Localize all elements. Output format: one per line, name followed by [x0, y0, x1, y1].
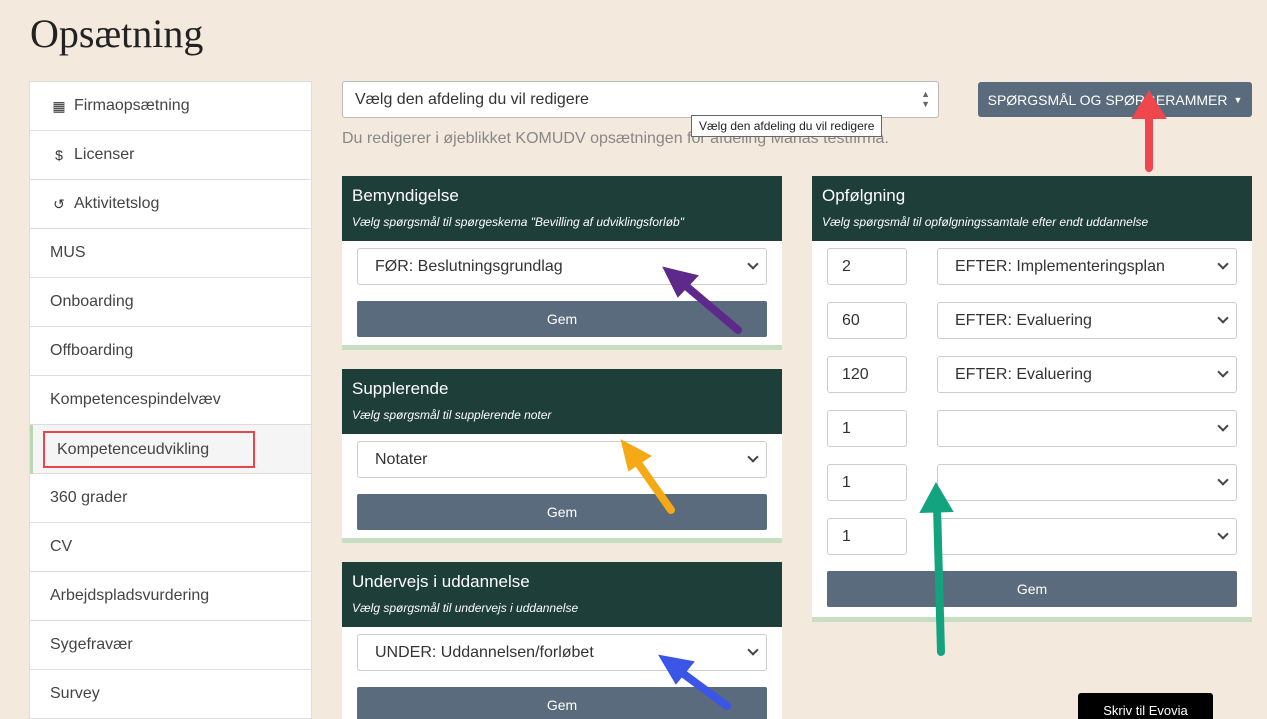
- panel-subtitle: Vælg spørgsmål til spørgeskema "Bevillin…: [352, 215, 684, 229]
- history-icon: ↺: [53, 195, 65, 212]
- sidebar-item-onboarding[interactable]: Onboarding: [30, 278, 311, 327]
- sort-caret-icon: ▲ ▼: [921, 89, 930, 109]
- followup-question-select[interactable]: EFTER: Implementeringsplan: [937, 248, 1237, 285]
- panel-title: Opfølgning: [822, 186, 906, 205]
- select-value: EFTER: Evaluering: [955, 311, 1092, 329]
- followup-row: 1: [827, 464, 1237, 501]
- sidebar-item-aktivitetslog[interactable]: ↺ Aktivitetslog: [30, 180, 311, 229]
- panel-header: Undervejs i uddannelse Vælg spørgsmål ti…: [342, 562, 782, 627]
- followup-row: 120 EFTER: Evaluering: [827, 356, 1237, 393]
- undervejs-question-select[interactable]: UNDER: Uddannelsen/forløbet: [357, 634, 767, 671]
- chevron-down-icon: [747, 644, 759, 656]
- bemyndigelse-question-select[interactable]: FØR: Beslutningsgrundlag: [357, 248, 767, 285]
- panel-title: Bemyndigelse: [352, 186, 459, 205]
- sidebar-item-licenser[interactable]: $ Licenser: [30, 131, 311, 180]
- select-value: FØR: Beslutningsgrundlag: [375, 257, 563, 275]
- panel-supplerende: Supplerende Vælg spørgsmål til suppleren…: [342, 369, 782, 543]
- sidebar-item-survey[interactable]: Survey: [30, 670, 311, 719]
- sidebar-item-label: 360 grader: [50, 489, 128, 506]
- days-input[interactable]: 1: [827, 410, 907, 447]
- sidebar-item-mus[interactable]: MUS: [30, 229, 311, 278]
- chevron-down-icon: [1217, 420, 1229, 432]
- sidebar-item-label: Survey: [50, 685, 100, 702]
- panel-header: Opfølgning Vælg spørgsmål til opfølgning…: [812, 176, 1252, 241]
- sidebar-item-label: Licenser: [74, 146, 135, 163]
- panel-opfolgning: Opfølgning Vælg spørgsmål til opfølgning…: [812, 176, 1252, 622]
- panel-subtitle: Vælg spørgsmål til supplerende noter: [352, 408, 552, 422]
- department-select-value: Vælg den afdeling du vil redigere: [355, 90, 589, 108]
- sidebar-item-cv[interactable]: CV: [30, 523, 311, 572]
- sidebar-item-label: CV: [50, 538, 73, 555]
- days-input[interactable]: 2: [827, 248, 907, 285]
- followup-row: 1: [827, 518, 1237, 555]
- chevron-down-icon: [747, 258, 759, 270]
- dollar-icon: $: [55, 147, 63, 163]
- chat-button[interactable]: Skriv til Evovia: [1078, 693, 1213, 719]
- sidebar-item-label: Sygefravær: [50, 636, 133, 653]
- followup-question-select[interactable]: EFTER: Evaluering: [937, 356, 1237, 393]
- sidebar-item-label: Firmaopsætning: [74, 97, 190, 114]
- questions-dropdown-button[interactable]: SPØRGSMÅL OG SPØRGERAMMER ▼: [978, 82, 1252, 117]
- sidebar-item-label: Kompetenceudvikling: [43, 430, 256, 468]
- followup-question-select[interactable]: [937, 518, 1237, 555]
- sidebar-nav: ▦ Firmaopsætning $ Licenser ↺ Aktivitets…: [29, 81, 312, 719]
- chevron-down-icon: [1217, 528, 1229, 540]
- chevron-down-icon: [1217, 474, 1229, 486]
- sidebar-item-firmaopsaetning[interactable]: ▦ Firmaopsætning: [30, 82, 311, 131]
- sidebar-item-arbejdspladsvurdering[interactable]: Arbejdspladsvurdering: [30, 572, 311, 621]
- panel-header: Supplerende Vælg spørgsmål til suppleren…: [342, 369, 782, 434]
- save-button[interactable]: Gem: [357, 494, 767, 530]
- select-value: UNDER: Uddannelsen/forløbet: [375, 643, 594, 661]
- days-input[interactable]: 60: [827, 302, 907, 339]
- sidebar-item-sygefravaer[interactable]: Sygefravær: [30, 621, 311, 670]
- select-value: Notater: [375, 450, 428, 468]
- followup-row: 2 EFTER: Implementeringsplan: [827, 248, 1237, 285]
- days-input[interactable]: 1: [827, 464, 907, 501]
- save-button[interactable]: Gem: [827, 571, 1237, 607]
- followup-row: 60 EFTER: Evaluering: [827, 302, 1237, 339]
- days-input[interactable]: 1: [827, 518, 907, 555]
- sidebar-item-label: Offboarding: [50, 342, 134, 359]
- chevron-down-icon: [1217, 312, 1229, 324]
- sidebar-item-label: Arbejdspladsvurdering: [50, 587, 210, 604]
- select-value: EFTER: Implementeringsplan: [955, 257, 1165, 275]
- chevron-down-icon: [1217, 366, 1229, 378]
- sidebar-item-kompetenceudvikling[interactable]: Kompetenceudvikling: [30, 425, 311, 474]
- sidebar-item-label: MUS: [50, 244, 86, 261]
- department-tooltip: Vælg den afdeling du vil redigere: [691, 115, 883, 137]
- supplerende-question-select[interactable]: Notater: [357, 441, 767, 478]
- panel-title: Supplerende: [352, 379, 449, 398]
- chevron-down-icon: [1217, 258, 1229, 270]
- panel-bemyndigelse: Bemyndigelse Vælg spørgsmål til spørgesk…: [342, 176, 782, 350]
- save-button[interactable]: Gem: [357, 687, 767, 719]
- sidebar-item-label: Kompetencespindelvæv: [50, 391, 221, 408]
- page-title: Opsætning: [30, 11, 204, 56]
- panel-subtitle: Vælg spørgsmål til opfølgningssamtale ef…: [822, 215, 1149, 229]
- building-icon: ▦: [52, 97, 66, 114]
- followup-question-select[interactable]: [937, 410, 1237, 447]
- sidebar-item-offboarding[interactable]: Offboarding: [30, 327, 311, 376]
- panel-header: Bemyndigelse Vælg spørgsmål til spørgesk…: [342, 176, 782, 241]
- sidebar-item-360-grader[interactable]: 360 grader: [30, 474, 311, 523]
- followup-question-select[interactable]: EFTER: Evaluering: [937, 302, 1237, 339]
- department-select[interactable]: Vælg den afdeling du vil redigere ▲ ▼: [342, 81, 939, 118]
- sidebar-item-label: Aktivitetslog: [74, 195, 160, 212]
- chevron-down-icon: [747, 451, 759, 463]
- caret-down-icon: ▼: [1233, 94, 1243, 105]
- followup-question-select[interactable]: [937, 464, 1237, 501]
- sidebar-item-label: Onboarding: [50, 293, 134, 310]
- save-button[interactable]: Gem: [357, 301, 767, 337]
- panel-subtitle: Vælg spørgsmål til undervejs i uddannels…: [352, 601, 579, 615]
- sidebar-item-kompetencespindelvaev[interactable]: Kompetencespindelvæv: [30, 376, 311, 425]
- panel-title: Undervejs i uddannelse: [352, 572, 530, 591]
- panel-undervejs: Undervejs i uddannelse Vælg spørgsmål ti…: [342, 562, 782, 719]
- days-input[interactable]: 120: [827, 356, 907, 393]
- followup-row: 1: [827, 410, 1237, 447]
- select-value: EFTER: Evaluering: [955, 365, 1092, 383]
- questions-dropdown-label: SPØRGSMÅL OG SPØRGERAMMER: [987, 91, 1228, 108]
